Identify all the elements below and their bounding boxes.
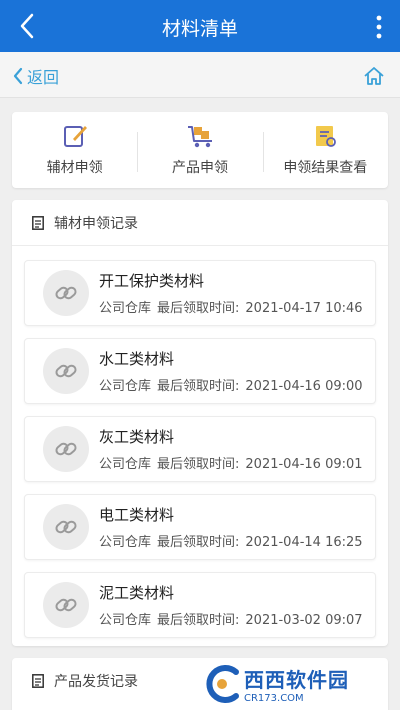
- record-time: 2021-03-02 09:07: [245, 613, 363, 628]
- record-time-label: 最后领取时间:: [157, 535, 240, 550]
- record-meta: 公司仓库 最后领取时间: 2021-03-02 09:07: [99, 609, 363, 628]
- record-name: 灰工类材料: [99, 428, 175, 446]
- action-view-results[interactable]: 申领结果查看: [262, 112, 388, 188]
- record-name: 开工保护类材料: [99, 272, 205, 290]
- record-meta: 公司仓库 最后领取时间: 2021-04-16 09:01: [99, 453, 363, 472]
- panel-title: 产品发货记录: [54, 674, 138, 690]
- action-label: 申领结果查看: [283, 160, 368, 176]
- material-icon: [43, 270, 89, 316]
- page-title: 材料清单: [161, 18, 238, 40]
- app-header: 材料清单: [0, 0, 400, 52]
- record-time: 2021-04-16 09:01: [245, 457, 363, 472]
- record-warehouse: 公司仓库: [99, 535, 152, 550]
- record-warehouse: 公司仓库: [99, 301, 152, 316]
- edit-note-icon: [63, 126, 87, 147]
- action-label: 辅材申领: [46, 160, 103, 176]
- material-icon: [43, 582, 89, 628]
- document-icon: [32, 215, 44, 230]
- record-time: 2021-04-16 09:00: [245, 379, 363, 394]
- chevron-left-icon: [13, 67, 23, 85]
- action-bar: 辅材申领 产品申领 申领结果查看: [12, 112, 388, 188]
- watermark-text: 西西软件园: [244, 668, 349, 692]
- back-link-label: 返回: [27, 68, 60, 87]
- record-name: 电工类材料: [99, 506, 175, 524]
- record-time-label: 最后领取时间:: [157, 613, 240, 628]
- panel-title: 辅材申领记录: [54, 215, 138, 232]
- material-icon: [43, 426, 89, 472]
- record-meta: 公司仓库 最后领取时间: 2021-04-17 10:46: [99, 297, 363, 316]
- record-time: 2021-04-17 10:46: [245, 301, 363, 316]
- watermark-emblem: [206, 665, 239, 703]
- material-icon: [43, 348, 89, 394]
- list-item[interactable]: 泥工类材料 公司仓库 最后领取时间: 2021-03-02 09:07: [24, 572, 376, 638]
- document-icon: [32, 674, 44, 688]
- action-label: 产品申领: [171, 160, 228, 176]
- list-item[interactable]: 水工类材料 公司仓库 最后领取时间: 2021-04-16 09:00: [24, 338, 376, 404]
- watermark-text-group: 西西软件园 CR173.COM: [244, 664, 349, 704]
- record-time-label: 最后领取时间:: [157, 457, 240, 472]
- result-note-icon: [316, 126, 337, 147]
- back-link[interactable]: 返回: [12, 65, 59, 87]
- record-name: 水工类材料: [99, 350, 175, 368]
- watermark-logo: 西西软件园 CR173.COM: [200, 662, 390, 706]
- trolley-icon: [187, 126, 212, 148]
- record-meta: 公司仓库 最后领取时间: 2021-04-14 16:25: [99, 531, 363, 550]
- list-item[interactable]: 电工类材料 公司仓库 最后领取时间: 2021-04-14 16:25: [24, 494, 376, 560]
- list-item[interactable]: 开工保护类材料 公司仓库 最后领取时间: 2021-04-17 10:46: [24, 260, 376, 326]
- record-warehouse: 公司仓库: [99, 379, 152, 394]
- records-panel: 辅材申领记录 开工保护类材料 公司仓库 最后领取时间: 2021-04-17 10:…: [12, 200, 388, 646]
- record-time-label: 最后领取时间:: [157, 379, 240, 394]
- list-item[interactable]: 灰工类材料 公司仓库 最后领取时间: 2021-04-16 09:01: [24, 416, 376, 482]
- panel-header: 辅材申领记录: [12, 200, 388, 246]
- more-vertical-icon[interactable]: [372, 14, 386, 40]
- record-warehouse: 公司仓库: [99, 457, 152, 472]
- material-icon: [43, 504, 89, 550]
- record-warehouse: 公司仓库: [99, 613, 152, 628]
- record-time-label: 最后领取时间:: [157, 301, 240, 316]
- home-icon[interactable]: [362, 64, 386, 88]
- record-name: 泥工类材料: [99, 584, 175, 602]
- sub-navigation-bar: 返回: [0, 52, 400, 98]
- action-product-apply[interactable]: 产品申领: [137, 112, 262, 188]
- action-material-apply[interactable]: 辅材申领: [12, 112, 137, 188]
- record-meta: 公司仓库 最后领取时间: 2021-04-16 09:00: [99, 375, 363, 394]
- watermark-subtext: CR173.COM: [244, 693, 304, 704]
- record-time: 2021-04-14 16:25: [245, 535, 363, 550]
